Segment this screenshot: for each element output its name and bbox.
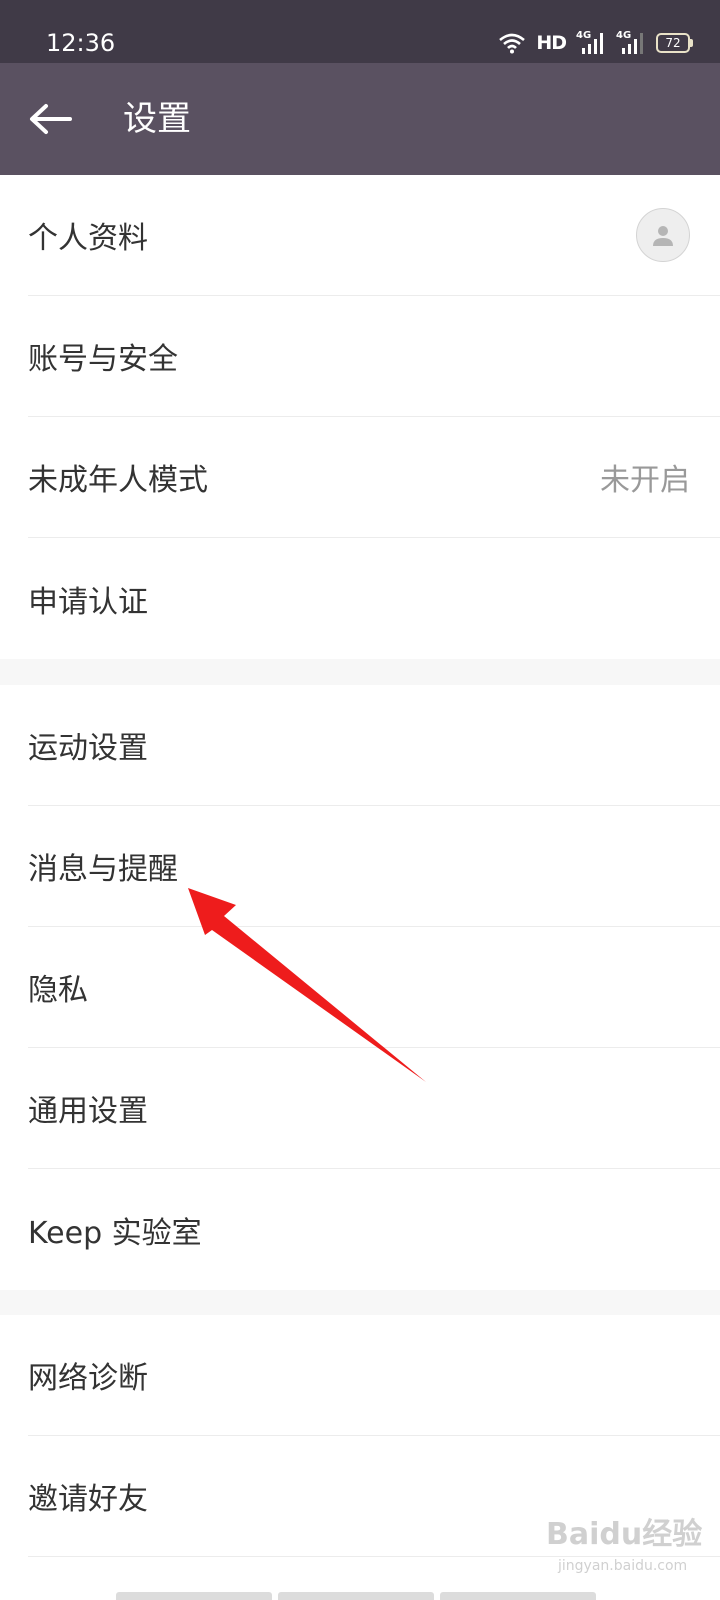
settings-section-general: 运动设置 消息与提醒 隐私 通用设置 Keep 实验室	[0, 685, 720, 1290]
app-bar: 设置	[0, 63, 720, 175]
bottom-bar-segment	[278, 1592, 434, 1600]
bottom-bars	[116, 1592, 596, 1600]
signal-icon-sim2: 4G	[616, 31, 646, 55]
settings-row-minor-mode[interactable]: 未成年人模式 未开启	[28, 417, 720, 538]
status-icons: HD 4G 4G 72	[498, 30, 693, 56]
page-title: 设置	[123, 99, 191, 139]
watermark-main: Baidu经验	[546, 1517, 703, 1552]
row-label: 网络诊断	[28, 1361, 148, 1396]
watermark-sub: jingyan.baidu.com	[558, 1558, 688, 1574]
settings-row-sport-settings[interactable]: 运动设置	[28, 685, 720, 806]
minor-mode-status: 未开启	[600, 463, 690, 498]
settings-row-certification[interactable]: 申请认证	[28, 538, 720, 659]
user-icon	[653, 226, 673, 246]
row-label: 申请认证	[28, 584, 148, 620]
settings-row-notifications[interactable]: 消息与提醒	[28, 806, 720, 927]
status-bar: 12:36 HD 4G 4G 72	[0, 0, 720, 63]
signal-icon-sim1: 4G	[576, 31, 606, 55]
battery-icon: 72	[656, 33, 693, 53]
settings-row-general-settings[interactable]: 通用设置	[28, 1048, 720, 1169]
hd-badge: HD	[536, 32, 567, 54]
row-label: 个人资料	[28, 221, 148, 256]
row-label: 未成年人模式	[28, 463, 208, 498]
row-label: 通用设置	[28, 1094, 148, 1129]
row-label: Keep 实验室	[28, 1215, 202, 1251]
bottom-bar-segment	[440, 1592, 596, 1600]
bottom-bar-segment	[116, 1592, 272, 1600]
row-label: 运动设置	[28, 731, 148, 766]
row-label: 邀请好友	[28, 1482, 148, 1517]
settings-row-profile[interactable]: 个人资料	[28, 175, 720, 296]
wifi-icon	[499, 33, 526, 54]
avatar	[636, 208, 690, 262]
back-button[interactable]	[18, 87, 82, 151]
row-label: 消息与提醒	[28, 852, 178, 887]
settings-row-network-diagnosis[interactable]: 网络诊断	[28, 1315, 720, 1436]
baidu-watermark: Baidu经验 jingyan.baidu.com	[546, 1517, 702, 1579]
settings-row-keep-lab[interactable]: Keep 实验室	[28, 1169, 720, 1290]
settings-section-account: 个人资料 账号与安全 未成年人模式 未开启 申请认证	[0, 175, 720, 659]
status-time: 12:36	[46, 29, 116, 57]
row-label: 隐私	[28, 973, 88, 1008]
settings-row-account-security[interactable]: 账号与安全	[28, 296, 720, 417]
row-label: 账号与安全	[28, 342, 178, 377]
arrow-left-icon	[30, 104, 72, 134]
settings-row-privacy[interactable]: 隐私	[28, 927, 720, 1048]
